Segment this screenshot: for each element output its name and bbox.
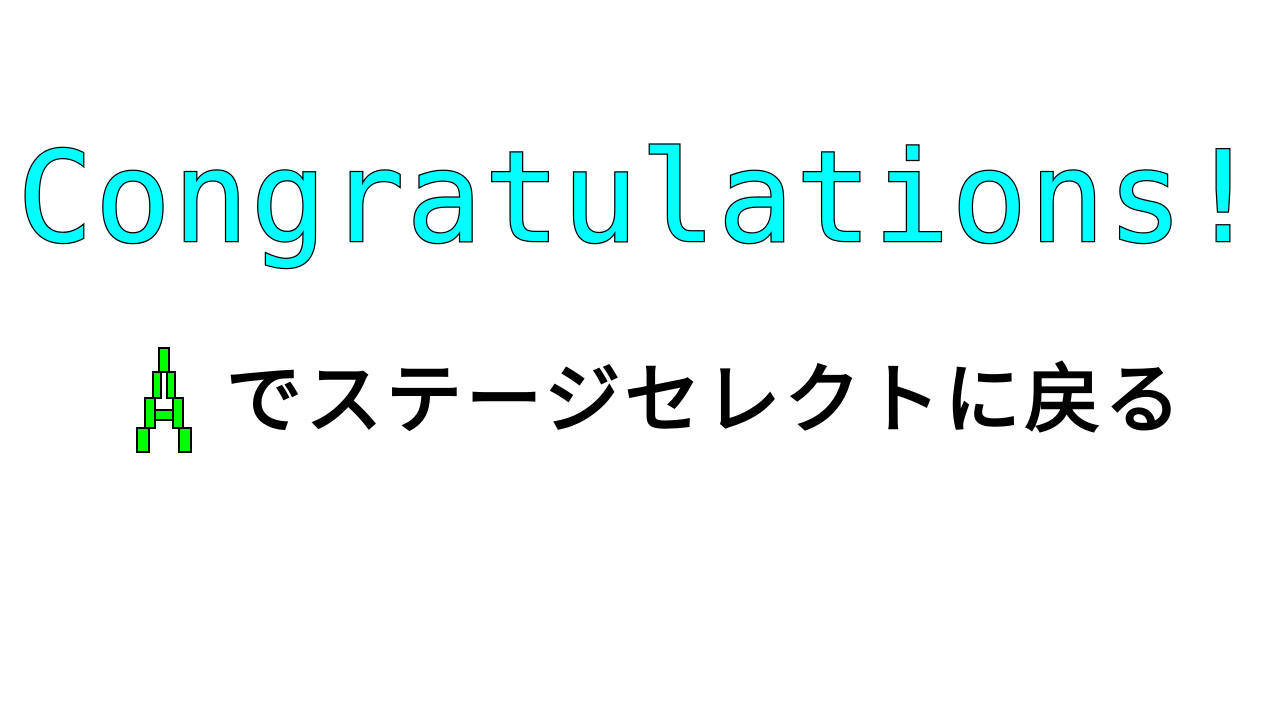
congratulations-title: Congratulations! xyxy=(16,124,1263,271)
a-button-icon xyxy=(134,344,198,456)
return-to-stage-select-prompt: でステージセレクトに戻る xyxy=(134,340,1184,460)
prompt-text: でステージセレクトに戻る xyxy=(226,355,1185,444)
game-clear-screen: Congratulations! でステージセレクトに戻る xyxy=(0,0,1280,720)
